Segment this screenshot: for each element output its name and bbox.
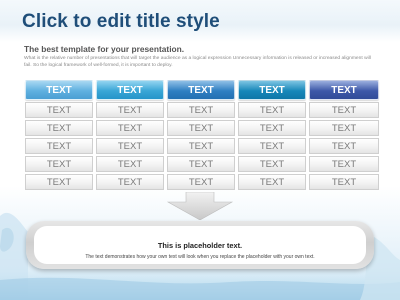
down-arrow-icon xyxy=(166,192,234,220)
table-cell[interactable]: TEXT xyxy=(25,174,93,190)
table-cell[interactable]: TEXT xyxy=(309,156,379,172)
table-cell[interactable]: TEXT xyxy=(167,174,235,190)
callout-title[interactable]: This is placeholder text. xyxy=(0,241,400,250)
table-cell[interactable]: TEXT xyxy=(309,120,379,136)
table-cell[interactable]: TEXT xyxy=(25,138,93,154)
table-cell[interactable]: TEXT xyxy=(238,138,306,154)
table-cell[interactable]: TEXT xyxy=(96,102,164,118)
slide-subtitle[interactable]: The best template for your presentation. xyxy=(24,44,184,54)
table-cell[interactable]: TEXT xyxy=(309,102,379,118)
table-cell[interactable]: TEXT xyxy=(238,102,306,118)
table-header-cell[interactable]: TEXT xyxy=(167,80,235,100)
table-cell[interactable]: TEXT xyxy=(25,120,93,136)
table-cell[interactable]: TEXT xyxy=(238,156,306,172)
table-header-cell[interactable]: TEXT xyxy=(309,80,379,100)
table-cell[interactable]: TEXT xyxy=(309,174,379,190)
table-cell[interactable]: TEXT xyxy=(25,102,93,118)
table-cell[interactable]: TEXT xyxy=(96,174,164,190)
table-cell[interactable]: TEXT xyxy=(167,102,235,118)
slide-body-text[interactable]: What is the relative number of presentat… xyxy=(24,56,376,69)
table-cell[interactable]: TEXT xyxy=(25,156,93,172)
table-cell[interactable]: TEXT xyxy=(238,174,306,190)
table-header-cell[interactable]: TEXT xyxy=(25,80,93,100)
table-cell[interactable]: TEXT xyxy=(167,120,235,136)
table-cell[interactable]: TEXT xyxy=(309,138,379,154)
table-cell[interactable]: TEXT xyxy=(96,138,164,154)
table-header-cell[interactable]: TEXT xyxy=(238,80,306,100)
table-cell[interactable]: TEXT xyxy=(167,156,235,172)
text-table: TEXT TEXT TEXT TEXT TEXT TEXT TEXT TEXT … xyxy=(25,80,379,192)
slide: Click to edit title style The best templ… xyxy=(0,0,400,300)
table-cell[interactable]: TEXT xyxy=(238,120,306,136)
table-header-cell[interactable]: TEXT xyxy=(96,80,164,100)
table-cell[interactable]: TEXT xyxy=(167,138,235,154)
table-cell[interactable]: TEXT xyxy=(96,156,164,172)
table-cell[interactable]: TEXT xyxy=(96,120,164,136)
slide-title[interactable]: Click to edit title style xyxy=(22,11,220,33)
callout-text[interactable]: The text demonstrates how your own text … xyxy=(0,254,400,260)
